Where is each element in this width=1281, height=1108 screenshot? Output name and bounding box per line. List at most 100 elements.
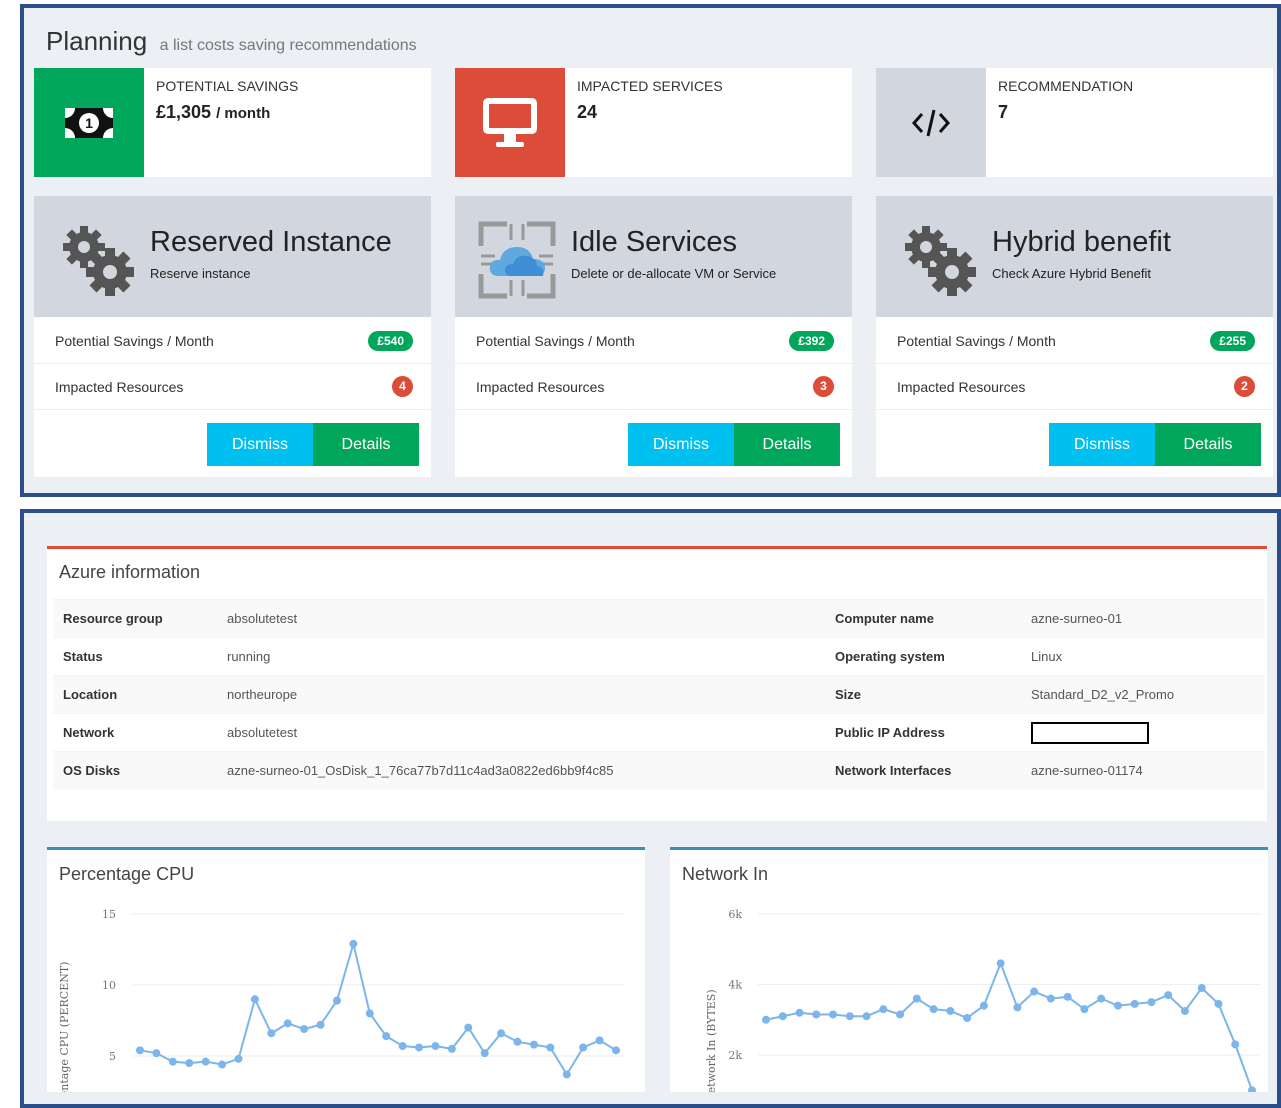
data-point [415, 1043, 424, 1052]
stat-value: 7 [998, 102, 1009, 122]
field-value: azne-surneo-01_OsDisk_1_76ca77b7d11c4ad3… [217, 751, 825, 790]
field-value: northeurope [217, 675, 825, 714]
details-button[interactable]: Details [313, 423, 419, 466]
savings-label: Potential Savings / Month [897, 333, 1056, 349]
stat-label: POTENTIAL SAVINGS [156, 78, 299, 94]
money-icon: 1 [34, 68, 144, 177]
y-tick-label: 6k [728, 908, 742, 921]
code-icon [876, 68, 986, 177]
field-label: Computer name [825, 599, 1021, 638]
data-point [497, 1029, 506, 1038]
network-chart: 6k 4k 2k Network In (BYTES) [705, 908, 1260, 1092]
card-subtitle: Delete or de-allocate VM or Service [571, 266, 777, 281]
data-point [812, 1010, 821, 1019]
data-point [979, 1001, 988, 1010]
field-label: Size [825, 675, 1021, 714]
resources-row: Impacted Resources 4 [34, 364, 431, 410]
data-point [845, 1012, 854, 1021]
resources-badge: 4 [392, 376, 413, 397]
svg-text:1: 1 [85, 115, 93, 131]
card-header: Hybrid benefit Check Azure Hybrid Benefi… [876, 196, 1273, 317]
field-label: Network [53, 713, 217, 752]
data-point [612, 1046, 620, 1055]
y-tick-label: 10 [102, 979, 116, 992]
card-reserved-instance: Reserved Instance Reserve instance Poten… [34, 196, 431, 477]
card-title: Idle Services [571, 226, 738, 258]
field-value: azne-surneo-01 [1021, 599, 1265, 638]
stat-label: RECOMMENDATION [998, 78, 1134, 94]
card-subtitle: Check Azure Hybrid Benefit [992, 266, 1151, 281]
field-value: azne-surneo-01174 [1021, 751, 1265, 790]
data-point [365, 1009, 374, 1018]
data-point [267, 1029, 276, 1038]
data-point [1164, 991, 1173, 1000]
data-point [300, 1025, 309, 1034]
table-row: Location northeurope Size Standard_D2_v2… [53, 675, 1265, 714]
data-point [332, 996, 341, 1005]
data-point [136, 1046, 144, 1055]
field-value: Linux [1021, 637, 1265, 676]
table-row: Network absolutetest Public IP Address [53, 713, 1265, 752]
series-line [139, 939, 617, 1077]
data-point [963, 1013, 972, 1022]
details-button[interactable]: Details [734, 423, 840, 466]
data-point [1013, 1003, 1022, 1012]
data-point [1030, 987, 1039, 996]
resources-badge: 2 [1234, 376, 1255, 397]
data-point [1097, 994, 1106, 1003]
data-point [996, 959, 1005, 968]
field-label: Operating system [825, 637, 1021, 676]
monitor-icon [455, 68, 565, 177]
data-point [795, 1008, 804, 1017]
data-point [398, 1042, 407, 1051]
data-point [562, 1070, 571, 1079]
y-tick-label: 15 [102, 908, 116, 921]
data-point [579, 1043, 588, 1052]
stat-label: IMPACTED SERVICES [577, 78, 723, 94]
dismiss-button[interactable]: Dismiss [1049, 423, 1155, 466]
data-point [879, 1005, 888, 1014]
field-label: Network Interfaces [825, 751, 1021, 790]
data-point [513, 1037, 522, 1046]
savings-label: Potential Savings / Month [476, 333, 635, 349]
dismiss-button[interactable]: Dismiss [207, 423, 313, 466]
savings-badge: £255 [1210, 331, 1255, 351]
field-label: Public IP Address [825, 713, 1021, 752]
data-point [912, 994, 921, 1003]
planning-header: Planning a list costs saving recommendat… [46, 26, 417, 57]
card-idle-services: Idle Services Delete or de-allocate VM o… [455, 196, 852, 477]
data-point [283, 1019, 292, 1028]
card-title: Hybrid benefit [992, 226, 1171, 258]
data-point [529, 1040, 538, 1049]
data-point [1130, 999, 1139, 1008]
stat-value: 24 [577, 102, 598, 122]
azure-info-table: Resource group absolutetest Computer nam… [53, 599, 1265, 790]
stat-potential-savings: 1 POTENTIAL SAVINGS £1,305 / month [34, 68, 431, 177]
details-button[interactable]: Details [1155, 423, 1261, 466]
data-point [1147, 998, 1156, 1007]
card-hybrid-benefit: Hybrid benefit Check Azure Hybrid Benefi… [876, 196, 1273, 477]
data-point [185, 1059, 194, 1068]
data-point [464, 1023, 473, 1032]
data-point [946, 1006, 955, 1015]
dismiss-button[interactable]: Dismiss [628, 423, 734, 466]
savings-label: Potential Savings / Month [55, 333, 214, 349]
public-ip-value [1021, 713, 1265, 752]
data-point [778, 1012, 787, 1021]
data-point [1197, 984, 1206, 993]
data-point [234, 1054, 243, 1063]
data-point [480, 1049, 489, 1058]
data-point [1113, 1001, 1122, 1010]
card-header: Reserved Instance Reserve instance [34, 196, 431, 317]
data-point [447, 1044, 456, 1053]
data-point [762, 1015, 770, 1024]
data-point [218, 1060, 227, 1069]
resources-label: Impacted Resources [897, 379, 1026, 395]
planning-panel: Planning a list costs saving recommendat… [20, 4, 1281, 497]
data-point [1214, 999, 1223, 1008]
resources-row: Impacted Resources 3 [455, 364, 852, 410]
page-subtitle: a list costs saving recommendations [159, 37, 417, 54]
savings-badge: £540 [368, 331, 413, 351]
field-value: running [217, 637, 825, 676]
azure-information-box: Azure information Resource group absolut… [47, 546, 1267, 821]
